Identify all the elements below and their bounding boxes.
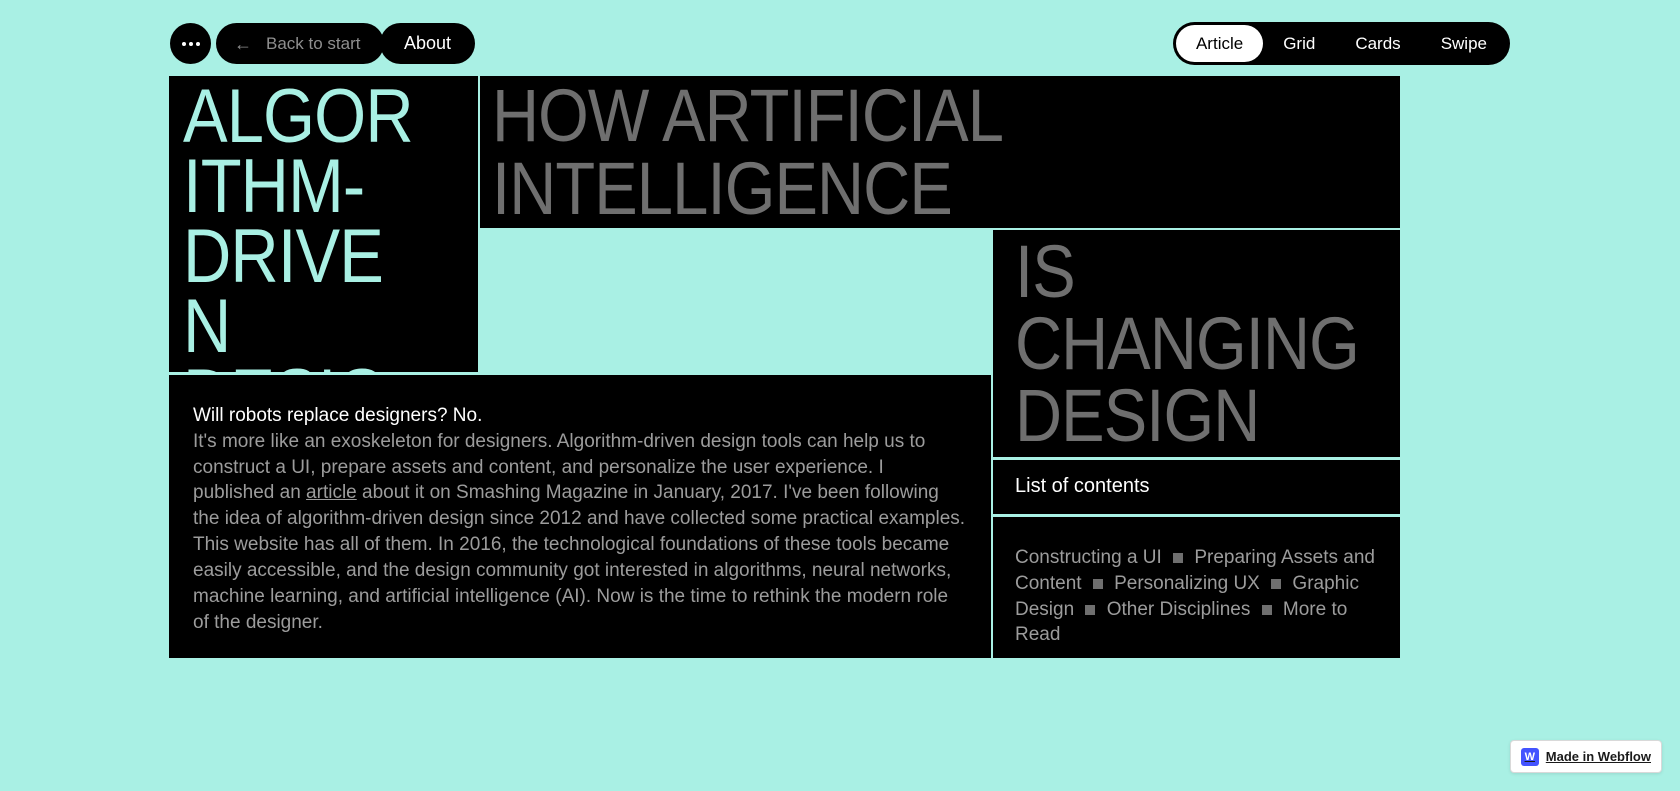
tab-article[interactable]: Article: [1176, 25, 1263, 62]
arrow-left-icon: ←: [234, 35, 252, 53]
intro-lead: Will robots replace designers? No.: [193, 405, 482, 426]
webflow-logo-icon: W: [1521, 748, 1539, 766]
webflow-badge-label: Made in Webflow: [1546, 749, 1651, 764]
tab-grid[interactable]: Grid: [1263, 25, 1335, 62]
toc-heading-block: List of contents: [993, 459, 1400, 515]
view-switcher: Article Grid Cards Swipe: [1173, 22, 1510, 65]
article-link[interactable]: article: [306, 482, 357, 503]
hero-subtitle-1: HOW ARTIFICIAL INTELLIGENCE: [492, 80, 1280, 225]
hero-subtitle-2: IS CHANGING DESIGN: [1015, 236, 1334, 451]
menu-button[interactable]: [170, 23, 211, 64]
ellipsis-icon: [182, 42, 200, 46]
intro-text-after: about it on Smashing Magazine in January…: [193, 482, 965, 632]
toc-item-personalizing-ux[interactable]: Personalizing UX: [1114, 573, 1260, 594]
toc-list: Constructing a UI Preparing Assets and C…: [993, 517, 1400, 658]
tab-swipe[interactable]: Swipe: [1421, 25, 1507, 62]
square-separator-icon: [1271, 579, 1281, 589]
toc-heading: List of contents: [1015, 475, 1150, 497]
back-to-start-label: Back to start: [266, 34, 360, 54]
toc-item-other-disciplines[interactable]: Other Disciplines: [1107, 599, 1251, 620]
intro-paragraph: Will robots replace designers? No. It's …: [169, 375, 991, 658]
hero-subtitle-2-block: IS CHANGING DESIGN: [993, 230, 1400, 457]
about-button[interactable]: About: [380, 23, 475, 64]
about-label: About: [404, 33, 451, 54]
hero-title-block: ALGORITHM-DRIVEN DESIGN: [169, 76, 478, 373]
made-in-webflow-badge[interactable]: W Made in Webflow: [1510, 740, 1662, 773]
square-separator-icon: [1173, 553, 1183, 563]
square-separator-icon: [1093, 579, 1103, 589]
back-to-start-button[interactable]: ← Back to start: [216, 23, 384, 64]
hero-subtitle-1-block: HOW ARTIFICIAL INTELLIGENCE: [480, 76, 1400, 228]
tab-cards[interactable]: Cards: [1335, 25, 1420, 62]
toc-item-constructing-ui[interactable]: Constructing a UI: [1015, 547, 1162, 568]
square-separator-icon: [1085, 605, 1095, 615]
square-separator-icon: [1262, 605, 1272, 615]
